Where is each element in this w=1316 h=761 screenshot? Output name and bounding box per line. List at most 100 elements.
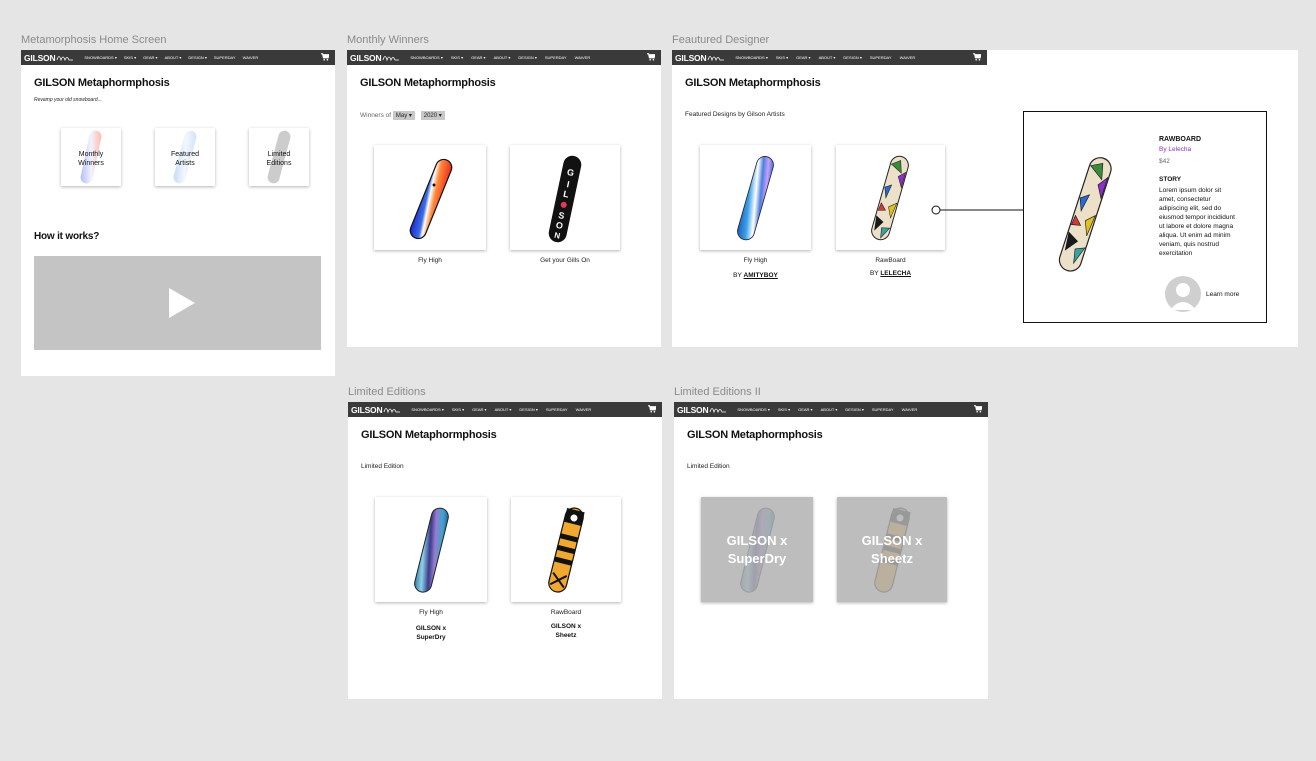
logo[interactable]: GILSON: [350, 53, 400, 63]
cart-icon[interactable]: [321, 53, 329, 61]
cart-icon[interactable]: [973, 53, 981, 61]
nav-design[interactable]: DESIGN ▾: [843, 55, 861, 60]
learn-more-link[interactable]: Learn more: [1206, 291, 1239, 298]
nav-about[interactable]: ABOUT ▾: [819, 55, 836, 60]
play-icon[interactable]: [167, 287, 197, 319]
frame-featured-designer: GILSON SNOWBOARDS ▾ SKIS ▾ GEAR ▾ ABOUT …: [672, 50, 1298, 347]
nav-design[interactable]: DESIGN ▾: [519, 407, 537, 412]
board-card-rawboard[interactable]: [836, 145, 945, 250]
by-label: BY: [869, 270, 879, 277]
story-text: Lorem ipsum dolor sit amet, consectetur …: [1159, 187, 1235, 257]
logo[interactable]: GILSON: [675, 53, 725, 63]
board-card-rawboard[interactable]: [511, 497, 621, 602]
nav-bar: GILSON SNOWBOARDS ▾ SKIS ▾ GEAR ▾ ABOUT …: [672, 50, 987, 65]
nav-about[interactable]: ABOUT ▾: [821, 407, 838, 412]
nav-skis[interactable]: SKIS ▾: [124, 55, 136, 60]
nav-gear[interactable]: GEAR ▾: [798, 407, 812, 412]
board-byline: BY LELECHA: [836, 270, 945, 277]
nav-gear[interactable]: GEAR ▾: [143, 55, 157, 60]
nav-bar: GILSON SNOWBOARDS ▾ SKIS ▾ GEAR ▾ ABOUT …: [347, 50, 661, 65]
nav-waiver[interactable]: WAIVER: [575, 55, 591, 60]
nav-skis[interactable]: SKIS ▾: [452, 407, 464, 412]
snowboard-yellow-image: [548, 507, 585, 593]
nav-bar: GILSON SNOWBOARDS ▾ SKIS ▾ GEAR ▾ ABOUT …: [348, 402, 662, 417]
nav-skis[interactable]: SKIS ▾: [451, 55, 463, 60]
collab-overlay: GILSON x Sheetz: [837, 497, 947, 602]
artist-link[interactable]: LELECHA: [880, 270, 911, 277]
nav-waiver[interactable]: WAIVER: [902, 407, 918, 412]
nav-waiver[interactable]: WAIVER: [900, 55, 916, 60]
limited-subtitle: Limited Edition: [687, 463, 730, 470]
nav-design[interactable]: DESIGN ▾: [845, 407, 863, 412]
how-it-works-heading: How it works?: [34, 231, 100, 242]
page-title: GILSON Metaphormphosis: [360, 77, 496, 89]
board-card-superdry-hover[interactable]: GILSON x SuperDry: [701, 497, 813, 602]
nav-superday[interactable]: SUPERDAY: [872, 407, 894, 412]
frame-label-home: Metamorphosis Home Screen: [21, 34, 167, 46]
nav-waiver[interactable]: WAIVER: [243, 55, 259, 60]
nav-superday[interactable]: SUPERDAY: [870, 55, 892, 60]
nav-snowboards[interactable]: SNOWBOARDS ▾: [735, 55, 767, 60]
nav-snowboards[interactable]: SNOWBOARDS ▾: [410, 55, 442, 60]
board-card-fly-high[interactable]: [374, 145, 486, 250]
nav-gear[interactable]: GEAR ▾: [471, 55, 485, 60]
tile-limited-editions[interactable]: Limited Editions: [249, 128, 309, 186]
snowboard-marble-image: [414, 507, 449, 593]
month-select[interactable]: May ▾: [392, 111, 415, 120]
page-title: GILSON Metaphormphosis: [34, 77, 170, 89]
cart-icon[interactable]: [647, 53, 655, 61]
nav-design[interactable]: DESIGN ▾: [518, 55, 536, 60]
nav-gear[interactable]: GEAR ▾: [472, 407, 486, 412]
logo[interactable]: GILSON: [351, 405, 401, 415]
board-name: Fly High: [419, 609, 443, 616]
logo[interactable]: GILSON: [677, 405, 727, 415]
year-select[interactable]: 2020 ▾: [420, 111, 445, 120]
nav-snowboards[interactable]: SNOWBOARDS ▾: [737, 407, 769, 412]
logo-text: GILSON: [675, 52, 707, 63]
nav-gear[interactable]: GEAR ▾: [796, 55, 810, 60]
frame-home-screen: GILSON SNOWBOARDS ▾ SKIS ▾ GEAR ▾ ABOUT …: [21, 50, 335, 376]
cart-icon[interactable]: [648, 405, 656, 413]
detail-price: $42: [1159, 158, 1170, 165]
avatar[interactable]: [1165, 276, 1201, 312]
cart-icon[interactable]: [974, 405, 982, 413]
logo-wave-icon: [710, 408, 727, 414]
logo-wave-icon: [57, 56, 74, 62]
nav-about[interactable]: ABOUT ▾: [494, 55, 511, 60]
detail-title: RAWBOARD: [1159, 136, 1201, 143]
nav-superday[interactable]: SUPERDAY: [214, 55, 236, 60]
nav-snowboards[interactable]: SNOWBOARDS ▾: [411, 407, 443, 412]
nav-skis[interactable]: SKIS ▾: [776, 55, 788, 60]
tile-label: Limited Editions: [266, 151, 292, 167]
tile-label: Monthly Winners: [78, 151, 104, 167]
board-card-sheetz-hover[interactable]: GILSON x Sheetz: [837, 497, 947, 602]
tile-featured-artists[interactable]: Featured Artists: [155, 128, 215, 186]
page-title: GILSON Metaphormphosis: [361, 429, 497, 441]
nav-skis[interactable]: SKIS ▾: [778, 407, 790, 412]
frame-limited-editions-2: GILSON SNOWBOARDS ▾ SKIS ▾ GEAR ▾ ABOUT …: [674, 402, 988, 699]
nav-superday[interactable]: SUPERDAY: [545, 55, 567, 60]
tile-label: Featured Artists: [170, 151, 200, 167]
nav-design[interactable]: DESIGN ▾: [188, 55, 206, 60]
board-card-fly-high[interactable]: [700, 145, 811, 250]
frame-monthly-winners: GILSON SNOWBOARDS ▾ SKIS ▾ GEAR ▾ ABOUT …: [347, 50, 661, 347]
logo-wave-icon: [384, 408, 401, 414]
month-value: May: [395, 113, 408, 119]
detail-artist[interactable]: By Lelecha: [1159, 146, 1191, 153]
frame-label-featured: Feautured Designer: [672, 34, 770, 46]
logo[interactable]: GILSON: [24, 53, 74, 63]
nav-snowboards[interactable]: SNOWBOARDS ▾: [84, 55, 116, 60]
nav-superday[interactable]: SUPERDAY: [546, 407, 568, 412]
nav-about[interactable]: ABOUT ▾: [495, 407, 512, 412]
nav-waiver[interactable]: WAIVER: [576, 407, 592, 412]
board-card-fly-high[interactable]: [375, 497, 487, 602]
tile-monthly-winners[interactable]: Monthly Winners: [61, 128, 121, 186]
filter-label: Winners of: [360, 112, 392, 119]
board-card-get-your-gills-on[interactable]: G I L S O N: [510, 145, 620, 250]
collab-label: GILSON x SuperDry: [415, 625, 447, 641]
artist-link[interactable]: AMITYBOY: [744, 272, 778, 279]
nav-about[interactable]: ABOUT ▾: [165, 55, 182, 60]
video-player[interactable]: [34, 256, 321, 350]
snowboard-geometric-large-image: [1058, 157, 1112, 272]
frame-label-limited: Limited Editions: [348, 386, 426, 398]
